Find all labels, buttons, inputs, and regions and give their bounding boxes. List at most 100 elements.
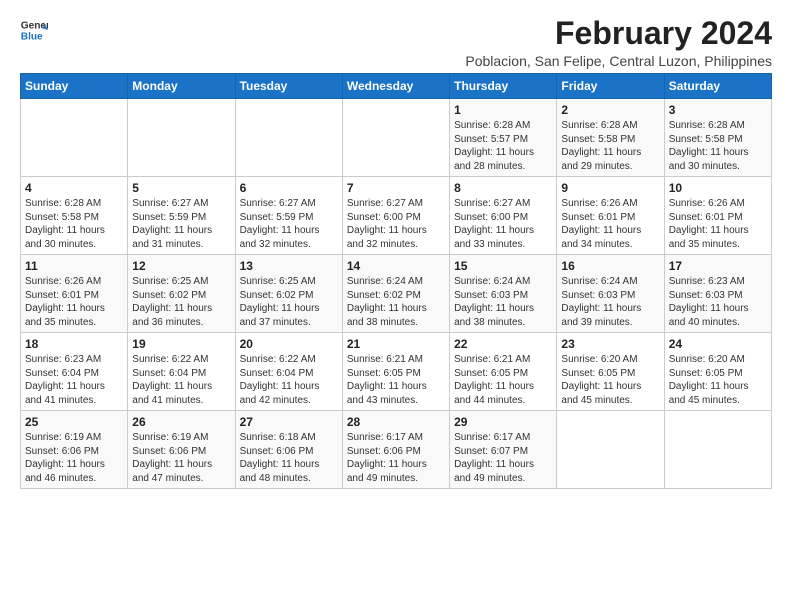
cell-info: and 40 minutes. bbox=[669, 316, 767, 330]
calendar-cell: 11Sunrise: 6:26 AMSunset: 6:01 PMDayligh… bbox=[21, 255, 128, 333]
cell-info: and 41 minutes. bbox=[132, 394, 230, 408]
day-number: 21 bbox=[347, 337, 445, 351]
calendar-table: SundayMondayTuesdayWednesdayThursdayFrid… bbox=[20, 73, 772, 489]
cell-info: Sunset: 6:04 PM bbox=[132, 367, 230, 381]
cell-info: and 38 minutes. bbox=[347, 316, 445, 330]
cell-info: Daylight: 11 hours bbox=[240, 224, 338, 238]
cell-info: and 48 minutes. bbox=[240, 472, 338, 486]
day-number: 3 bbox=[669, 103, 767, 117]
cell-info: Sunrise: 6:24 AM bbox=[561, 275, 659, 289]
cell-info: and 28 minutes. bbox=[454, 160, 552, 174]
cell-info: Daylight: 11 hours bbox=[669, 146, 767, 160]
cell-info: Sunset: 6:00 PM bbox=[347, 211, 445, 225]
col-header-thursday: Thursday bbox=[450, 74, 557, 99]
cell-info: Sunset: 5:57 PM bbox=[454, 133, 552, 147]
page: General Blue February 2024 Poblacion, Sa… bbox=[0, 0, 792, 499]
calendar-cell: 16Sunrise: 6:24 AMSunset: 6:03 PMDayligh… bbox=[557, 255, 664, 333]
cell-info: Sunset: 6:05 PM bbox=[454, 367, 552, 381]
cell-info: Sunset: 6:06 PM bbox=[347, 445, 445, 459]
cell-info: and 36 minutes. bbox=[132, 316, 230, 330]
day-number: 5 bbox=[132, 181, 230, 195]
cell-info: Sunset: 5:59 PM bbox=[240, 211, 338, 225]
calendar-cell bbox=[128, 99, 235, 177]
cell-info: and 32 minutes. bbox=[240, 238, 338, 252]
cell-info: Sunrise: 6:21 AM bbox=[347, 353, 445, 367]
cell-info: Sunrise: 6:20 AM bbox=[669, 353, 767, 367]
cell-info: and 32 minutes. bbox=[347, 238, 445, 252]
cell-info: Sunset: 6:00 PM bbox=[454, 211, 552, 225]
cell-info: and 37 minutes. bbox=[240, 316, 338, 330]
day-number: 9 bbox=[561, 181, 659, 195]
cell-info: Sunset: 6:06 PM bbox=[132, 445, 230, 459]
col-header-monday: Monday bbox=[128, 74, 235, 99]
cell-info: Sunrise: 6:27 AM bbox=[240, 197, 338, 211]
col-header-sunday: Sunday bbox=[21, 74, 128, 99]
calendar-cell: 23Sunrise: 6:20 AMSunset: 6:05 PMDayligh… bbox=[557, 333, 664, 411]
day-number: 20 bbox=[240, 337, 338, 351]
cell-info: and 30 minutes. bbox=[669, 160, 767, 174]
calendar-cell: 10Sunrise: 6:26 AMSunset: 6:01 PMDayligh… bbox=[664, 177, 771, 255]
day-number: 26 bbox=[132, 415, 230, 429]
cell-info: Daylight: 11 hours bbox=[25, 302, 123, 316]
cell-info: and 30 minutes. bbox=[25, 238, 123, 252]
cell-info: Sunset: 6:02 PM bbox=[132, 289, 230, 303]
cell-info: Sunset: 6:03 PM bbox=[454, 289, 552, 303]
cell-info: Sunrise: 6:27 AM bbox=[454, 197, 552, 211]
cell-info: Daylight: 11 hours bbox=[561, 302, 659, 316]
calendar-cell: 26Sunrise: 6:19 AMSunset: 6:06 PMDayligh… bbox=[128, 411, 235, 489]
cell-info: Daylight: 11 hours bbox=[132, 380, 230, 394]
day-number: 19 bbox=[132, 337, 230, 351]
cell-info: and 46 minutes. bbox=[25, 472, 123, 486]
calendar-cell: 27Sunrise: 6:18 AMSunset: 6:06 PMDayligh… bbox=[235, 411, 342, 489]
cell-info: Sunrise: 6:28 AM bbox=[669, 119, 767, 133]
calendar-cell: 5Sunrise: 6:27 AMSunset: 5:59 PMDaylight… bbox=[128, 177, 235, 255]
cell-info: Sunrise: 6:21 AM bbox=[454, 353, 552, 367]
cell-info: Daylight: 11 hours bbox=[454, 224, 552, 238]
calendar-cell bbox=[664, 411, 771, 489]
subtitle: Poblacion, San Felipe, Central Luzon, Ph… bbox=[465, 53, 772, 69]
day-number: 24 bbox=[669, 337, 767, 351]
cell-info: Daylight: 11 hours bbox=[669, 224, 767, 238]
calendar-cell: 14Sunrise: 6:24 AMSunset: 6:02 PMDayligh… bbox=[342, 255, 449, 333]
day-number: 28 bbox=[347, 415, 445, 429]
cell-info: Sunrise: 6:18 AM bbox=[240, 431, 338, 445]
day-number: 27 bbox=[240, 415, 338, 429]
cell-info: Sunset: 6:05 PM bbox=[561, 367, 659, 381]
day-number: 22 bbox=[454, 337, 552, 351]
cell-info: Sunrise: 6:19 AM bbox=[25, 431, 123, 445]
day-number: 12 bbox=[132, 259, 230, 273]
calendar-cell: 20Sunrise: 6:22 AMSunset: 6:04 PMDayligh… bbox=[235, 333, 342, 411]
calendar-cell: 18Sunrise: 6:23 AMSunset: 6:04 PMDayligh… bbox=[21, 333, 128, 411]
calendar-cell: 6 Sunrise: 6:27 AMSunset: 5:59 PMDaylight… bbox=[235, 177, 342, 255]
cell-info: and 39 minutes. bbox=[561, 316, 659, 330]
cell-info: Sunset: 6:01 PM bbox=[561, 211, 659, 225]
cell-info: Sunrise: 6:27 AM bbox=[347, 197, 445, 211]
cell-info: Sunrise: 6:26 AM bbox=[25, 275, 123, 289]
day-number: 4 bbox=[25, 181, 123, 195]
cell-info: Daylight: 11 hours bbox=[454, 146, 552, 160]
day-number: 2 bbox=[561, 103, 659, 117]
day-number: 7 bbox=[347, 181, 445, 195]
cell-info: and 45 minutes. bbox=[669, 394, 767, 408]
calendar-cell: 4Sunrise: 6:28 AMSunset: 5:58 PMDaylight… bbox=[21, 177, 128, 255]
cell-info: and 49 minutes. bbox=[454, 472, 552, 486]
day-number: 14 bbox=[347, 259, 445, 273]
cell-info: Daylight: 11 hours bbox=[240, 380, 338, 394]
cell-info: Daylight: 11 hours bbox=[240, 458, 338, 472]
cell-info: Sunrise: 6:17 AM bbox=[454, 431, 552, 445]
day-number: 11 bbox=[25, 259, 123, 273]
cell-info: Sunset: 6:05 PM bbox=[669, 367, 767, 381]
cell-info: Daylight: 11 hours bbox=[669, 302, 767, 316]
cell-info: Daylight: 11 hours bbox=[454, 302, 552, 316]
day-number: 18 bbox=[25, 337, 123, 351]
calendar-cell: 29Sunrise: 6:17 AMSunset: 6:07 PMDayligh… bbox=[450, 411, 557, 489]
col-header-wednesday: Wednesday bbox=[342, 74, 449, 99]
day-number: 13 bbox=[240, 259, 338, 273]
cell-info: Sunset: 6:05 PM bbox=[347, 367, 445, 381]
cell-info: Sunrise: 6:25 AM bbox=[240, 275, 338, 289]
cell-info: Daylight: 11 hours bbox=[561, 224, 659, 238]
day-number: 6 bbox=[240, 181, 338, 195]
cell-info: Sunrise: 6:23 AM bbox=[25, 353, 123, 367]
col-header-friday: Friday bbox=[557, 74, 664, 99]
day-number: 1 bbox=[454, 103, 552, 117]
